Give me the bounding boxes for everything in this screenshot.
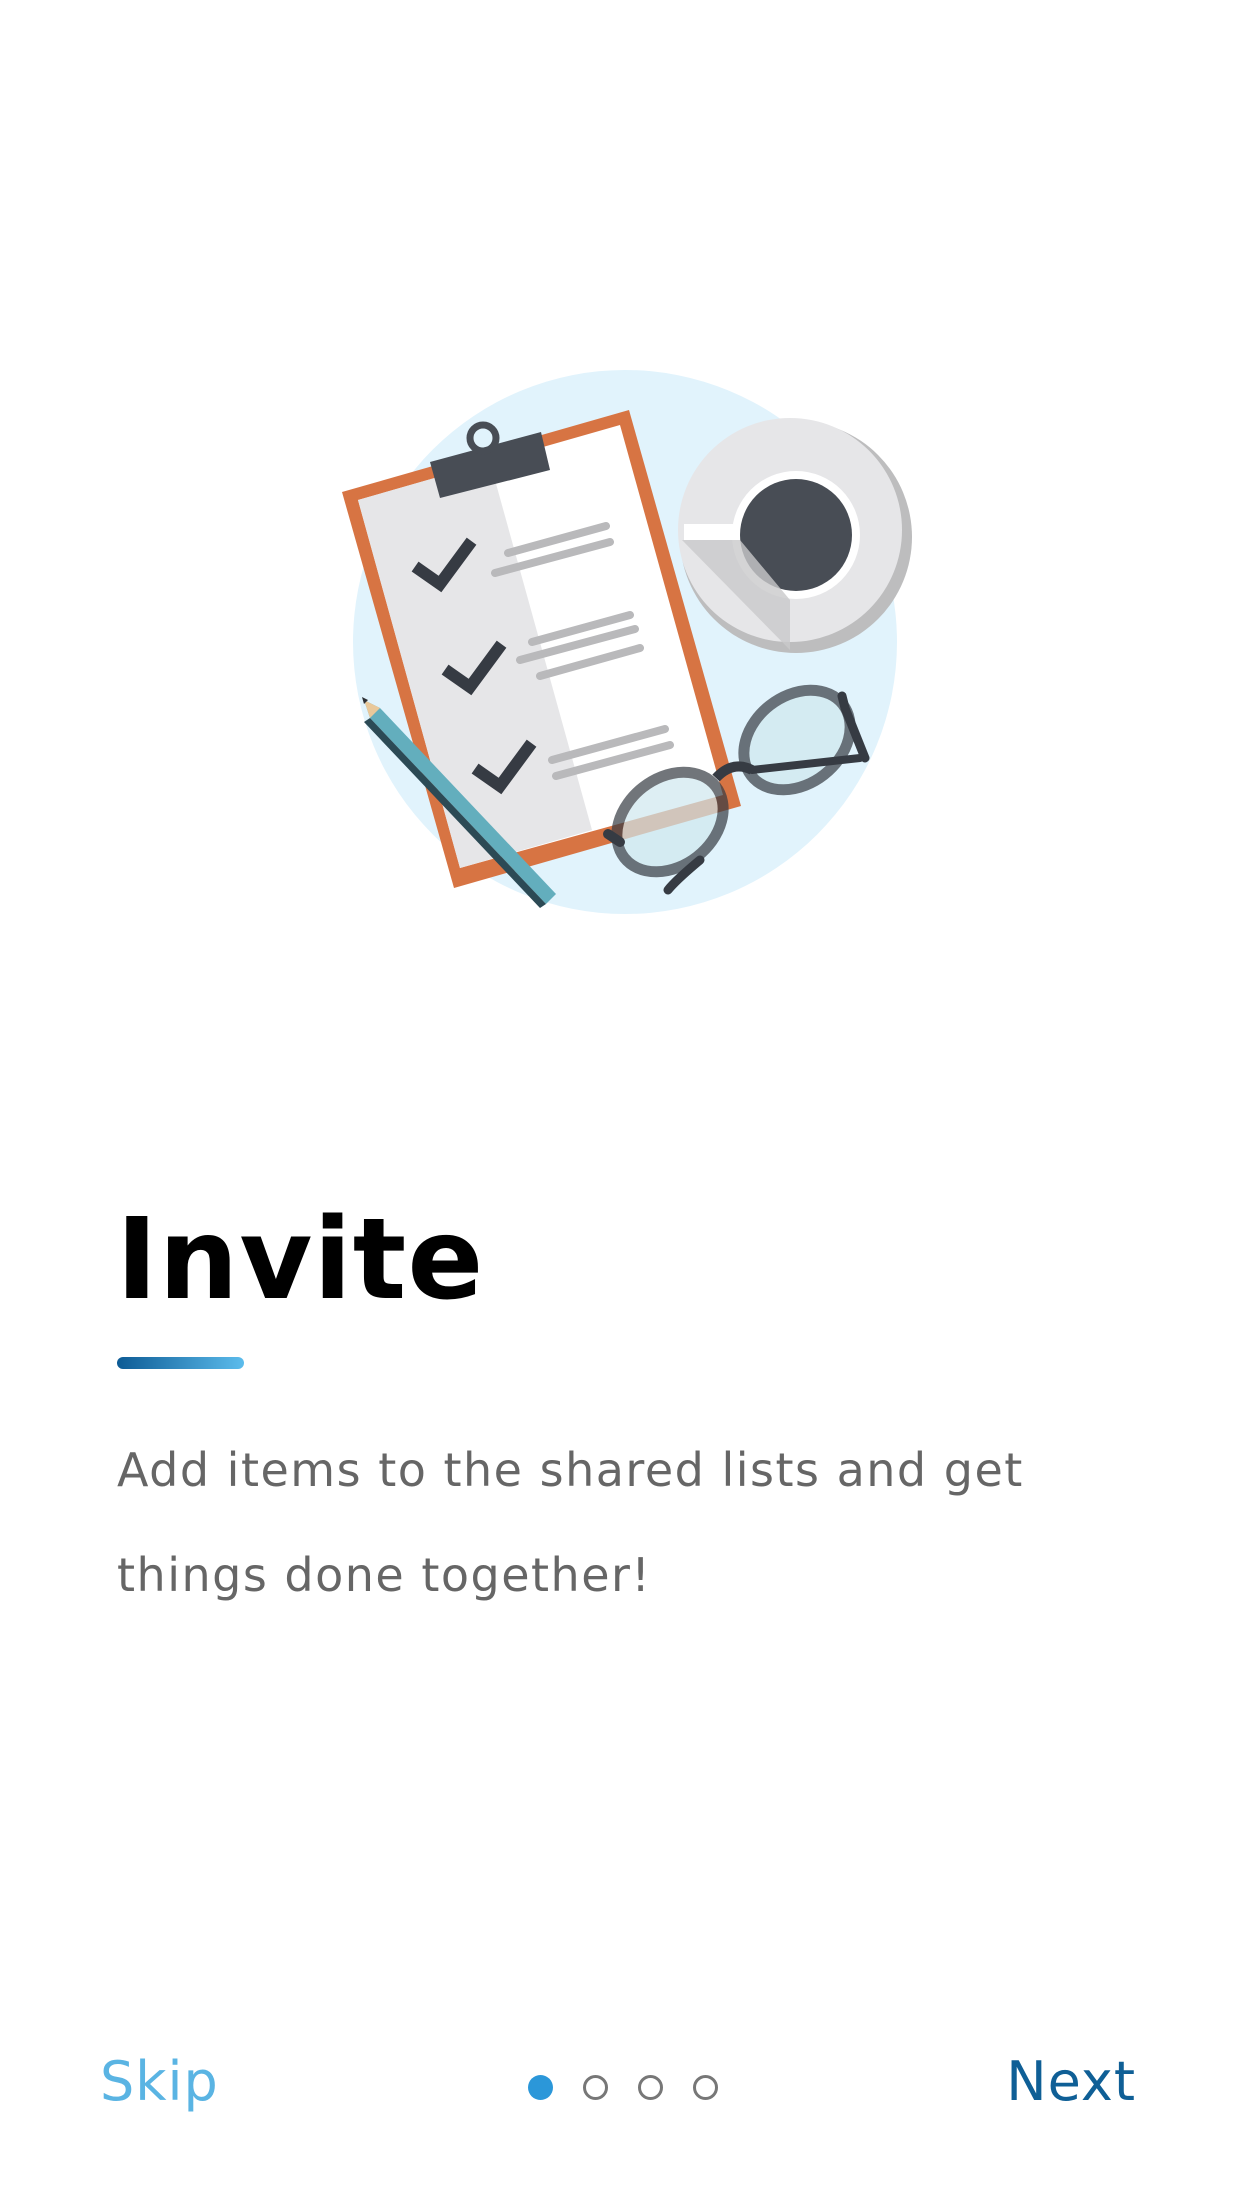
page-indicator-dot[interactable] <box>638 2074 663 2100</box>
description-line-2: things done together! <box>117 1548 652 1602</box>
onboarding-navigation-bar: Skip Next <box>0 2030 1242 2150</box>
page-indicator <box>528 2072 718 2102</box>
next-button[interactable]: Next <box>1006 2050 1136 2113</box>
page-indicator-dot[interactable] <box>693 2074 718 2100</box>
skip-button[interactable]: Skip <box>100 2050 219 2113</box>
title-underline <box>117 1357 244 1369</box>
clipboard-illustration <box>342 370 912 914</box>
page-description: Add items to the shared lists and get th… <box>117 1418 1117 1628</box>
page-indicator-dot[interactable] <box>583 2074 608 2100</box>
coffee-cup-icon <box>678 418 912 653</box>
description-line-1: Add items to the shared lists and get <box>117 1443 1024 1497</box>
page-title: Invite <box>116 1195 485 1325</box>
page-indicator-dot-active[interactable] <box>528 2074 553 2100</box>
